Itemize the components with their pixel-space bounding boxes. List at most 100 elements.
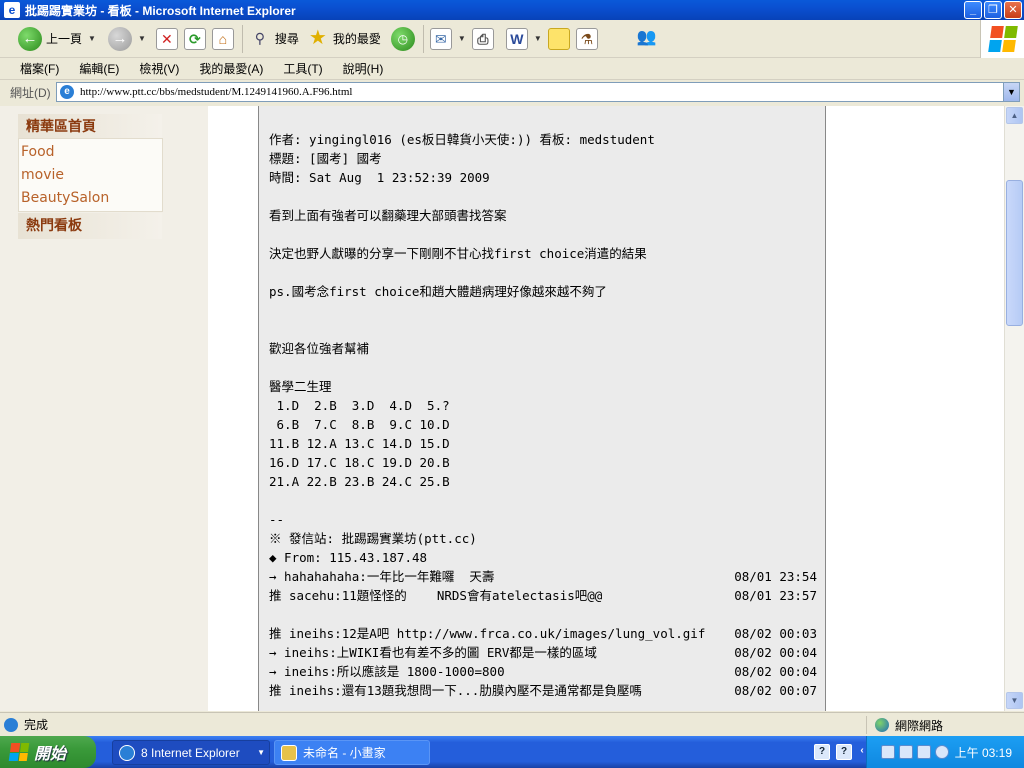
forward-button[interactable]: → ▼ [107, 24, 146, 54]
back-arrow-icon: ← [18, 26, 42, 51]
article-line: 標題: [國考] 國考 [269, 151, 382, 166]
menu-edit[interactable]: 編輯(E) [79, 60, 119, 77]
clock[interactable]: 上午 03:19 [955, 744, 1012, 761]
zone-text: 網際網路 [895, 718, 944, 733]
menu-favorites[interactable]: 我的最愛(A) [199, 60, 263, 77]
address-label: 網址(D) [10, 85, 51, 100]
menu-file[interactable]: 檔案(F) [20, 60, 59, 77]
history-icon[interactable]: ◷ [390, 26, 415, 51]
favorites-button[interactable]: ★ 我的最愛 [307, 24, 381, 54]
article-body: 作者: yingingl016 (es板日韓貨小天使:)) 看板: medstu… [258, 106, 826, 711]
address-dropdown-icon[interactable]: ▼ [1003, 83, 1019, 101]
search-label: 搜尋 [274, 32, 299, 46]
article-line: 11.B 12.A 13.C 14.D 15.D [269, 436, 450, 451]
sidebar-heading-digest[interactable]: 精華區首頁 [18, 114, 162, 140]
scroll-down-icon[interactable]: ▼ [1006, 692, 1023, 709]
address-url[interactable]: http://www.ptt.cc/bbs/medstudent/M.12491… [80, 86, 352, 98]
search-button[interactable]: ⚲ 搜尋 [249, 24, 299, 54]
page-icon: e [60, 85, 74, 99]
standard-toolbar: ← 上一頁 ▼ → ▼ ✕ ⟳ ⌂ ⚲ 搜尋 ★ 我的最愛 ◷ ✉ ▼ ⎙ W ▼ … [0, 20, 1024, 58]
taskbar-paint[interactable]: 未命名 - 小畫家 [274, 740, 430, 765]
article-line [269, 187, 817, 206]
network-icon-3[interactable] [917, 745, 931, 759]
taskbar-ie-group[interactable]: 8 Internet Explorer ▼ [112, 740, 270, 765]
close-button[interactable]: ✕ [1004, 1, 1022, 19]
sidebar-link-food[interactable]: Food [21, 144, 55, 160]
back-label: 上一頁 [46, 32, 83, 46]
vertical-scrollbar[interactable]: ▲ ▼ [1004, 106, 1024, 711]
sidebar-link-movie[interactable]: movie [21, 167, 64, 183]
article-line [269, 491, 817, 510]
article-line: ※ 發信站: 批踢踢實業坊(ptt.cc) [269, 531, 477, 546]
comment-time: 08/02 00:04 [734, 664, 817, 679]
article-line: 作者: yingingl016 (es板日韓貨小天使:)) 看板: medstu… [269, 132, 655, 147]
address-bar: 網址(D) e http://www.ptt.cc/bbs/medstudent… [0, 80, 1024, 104]
print-icon[interactable]: ⎙ [471, 27, 494, 50]
research-icon[interactable]: ⚗ [575, 27, 598, 50]
article-line: ◆ From: 115.43.187.48 [269, 550, 428, 565]
menu-view[interactable]: 檢視(V) [139, 60, 179, 77]
taskbar: 開始 8 Internet Explorer ▼ 未命名 - 小畫家 ? ? ‹… [0, 736, 1024, 768]
globe-icon [875, 718, 889, 732]
favorites-label: 我的最愛 [332, 32, 381, 46]
comment-time: 08/01 23:54 [734, 569, 817, 584]
comment-text: → ineihs:所以應該是 1800-1000=800 [269, 664, 505, 679]
article-line: 時間: Sat Aug 1 23:52:39 2009 [269, 170, 490, 185]
window-title: 批踢踢實業坊 - 看板 - Microsoft Internet Explore… [25, 3, 296, 18]
comment-row: → ineihs:所以應該是 1800-1000=800 08/02 00:04 [269, 662, 817, 681]
sidebar: 精華區首頁 Food movie BeautySalon 熱門看板 [0, 106, 208, 711]
comment-time: 08/01 23:57 [734, 588, 817, 603]
stop-icon[interactable]: ✕ [155, 27, 178, 50]
comment-text: 推 ineihs:還有13題我想問一下...肋膜內壓不是通常都是負壓嗎 [269, 683, 642, 698]
page-content: 精華區首頁 Food movie BeautySalon 熱門看板 作者: yi… [0, 106, 1004, 711]
windows-flag-icon [987, 26, 1018, 52]
minimize-button[interactable]: _ [964, 1, 982, 19]
back-button[interactable]: ← 上一頁 ▼ [18, 24, 96, 54]
volume-icon[interactable] [935, 745, 949, 759]
article-line: 16.D 17.C 18.C 19.D 20.B [269, 455, 450, 470]
messenger-icon[interactable]: 👥 [636, 28, 658, 50]
article-line: -- [269, 512, 285, 527]
discuss-note-icon[interactable] [547, 27, 570, 50]
back-dropdown-icon[interactable]: ▼ [88, 34, 96, 43]
star-icon: ★ [308, 26, 327, 49]
network-icon-2[interactable] [899, 745, 913, 759]
windows-flag-icon [8, 743, 30, 761]
title-bar: e 批踢踢實業坊 - 看板 - Microsoft Internet Explo… [0, 0, 1024, 20]
system-tray: 上午 03:19 [866, 736, 1024, 768]
network-icon[interactable] [881, 745, 895, 759]
article-line: 1.D 2.B 3.D 4.D 5.? [269, 398, 450, 413]
article-line [269, 225, 817, 244]
menu-help[interactable]: 說明(H) [343, 60, 384, 77]
comment-row: → ineihs:上WIKI看也有差不多的圖 ERV都是一樣的區域 08/02 0… [269, 643, 817, 662]
toolbar-separator [422, 24, 424, 53]
comment-row: 推 ineihs:還有13題我想問一下...肋膜內壓不是通常都是負壓嗎 08/02… [269, 681, 817, 700]
article-line: 看到上面有強者可以翻藥理大部頭書找答案 [269, 208, 507, 223]
menu-tools[interactable]: 工具(T) [283, 60, 322, 77]
address-input[interactable]: e http://www.ptt.cc/bbs/medstudent/M.124… [56, 82, 1020, 102]
help-icon[interactable]: ? [814, 744, 830, 760]
sidebar-link-beautysalon[interactable]: BeautySalon [21, 190, 109, 206]
edit-word-icon[interactable]: W [505, 27, 528, 50]
restore-button[interactable]: ❐ [984, 1, 1002, 19]
home-icon[interactable]: ⌂ [211, 27, 234, 50]
scroll-thumb[interactable] [1006, 180, 1023, 326]
comment-row [269, 605, 817, 624]
start-label: 開始 [34, 746, 67, 763]
comment-row: → hahahahaha:一年比一年難囉 天壽 08/01 23:54 [269, 567, 817, 586]
question-icon[interactable]: ? [836, 744, 852, 760]
chevron-down-icon: ▼ [257, 748, 265, 757]
article-line: 6.B 7.C 8.B 9.C 10.D [269, 417, 450, 432]
start-button[interactable]: 開始 [0, 736, 96, 768]
comment-text: 推 ineihs:12是A吧 http://www.frca.co.uk/ima… [269, 626, 706, 641]
sidebar-heading-hot-boards[interactable]: 熱門看板 [18, 213, 162, 239]
task-label: 未命名 - 小畫家 [303, 746, 386, 760]
refresh-icon[interactable]: ⟳ [183, 27, 206, 50]
menu-bar: 檔案(F) 編輯(E) 檢視(V) 我的最愛(A) 工具(T) 說明(H) [0, 58, 1024, 80]
forward-arrow-icon: → [107, 26, 132, 51]
forward-dropdown-icon[interactable]: ▼ [138, 34, 146, 43]
mail-icon[interactable]: ✉ [429, 27, 452, 50]
mail-dropdown-icon[interactable]: ▼ [458, 34, 466, 43]
edit-dropdown-icon[interactable]: ▼ [534, 34, 542, 43]
scroll-up-icon[interactable]: ▲ [1006, 107, 1023, 124]
